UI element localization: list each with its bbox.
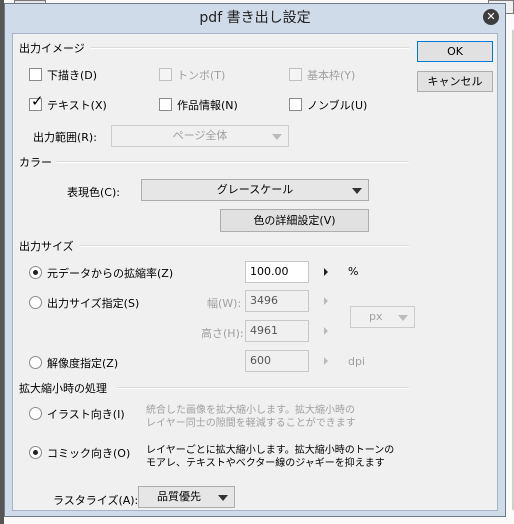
illustration-description-line2: レイヤー同士の隙間を軽減することができます bbox=[146, 418, 356, 429]
dialog-client-area: 出力イメージ OK キャンセル 下描き(D) トンボ(T) 基本枠(Y) ✓ テ… bbox=[12, 33, 498, 511]
resolution-input[interactable]: 600 bbox=[245, 350, 309, 372]
output-size-radio-label: 出力サイズ指定(S) bbox=[47, 297, 140, 310]
height-label: 高さ(H): bbox=[201, 327, 244, 340]
trim-marks-checkbox-label: トンボ(T) bbox=[177, 69, 226, 82]
color-detail-settings-button[interactable]: 色の詳細設定(V) bbox=[220, 209, 369, 232]
scale-ratio-input[interactable]: 100.00 bbox=[245, 261, 309, 283]
cancel-button[interactable]: キャンセル bbox=[417, 71, 493, 92]
output-size-radio[interactable] bbox=[29, 296, 42, 309]
rasterize-value: 品質優先 bbox=[157, 490, 201, 503]
radio-selected-dot bbox=[33, 270, 38, 275]
pdf-export-dialog: pdf 書き出し設定 ✕ 出力イメージ OK キャンセル 下描き(D) トンボ(… bbox=[4, 3, 506, 517]
output-size-group-title: 出力サイズ bbox=[19, 240, 74, 253]
resolution-radio-label: 解像度指定(Z) bbox=[47, 357, 119, 370]
spin-arrow-icon[interactable] bbox=[324, 268, 328, 276]
ok-button[interactable]: OK bbox=[417, 41, 493, 62]
scaling-separator bbox=[117, 387, 409, 389]
comic-description-line2: モアレ、テキストやベクター線のジャギーを抑えます bbox=[146, 458, 385, 469]
chevron-down-icon bbox=[398, 315, 408, 321]
spin-arrow-icon[interactable] bbox=[324, 327, 328, 335]
size-unit-value: px bbox=[369, 310, 383, 323]
output-range-select[interactable]: ページ全体 bbox=[111, 125, 289, 147]
comic-radio-label: コミック向き(O) bbox=[47, 447, 131, 460]
illustration-radio[interactable] bbox=[29, 407, 42, 420]
illustration-radio-label: イラスト向き(I) bbox=[47, 408, 125, 421]
trim-marks-checkbox[interactable] bbox=[159, 68, 172, 81]
comic-radio[interactable] bbox=[29, 446, 42, 459]
output-size-separator bbox=[79, 245, 409, 247]
height-input[interactable]: 4961 bbox=[245, 320, 309, 342]
dialog-title: pdf 書き出し設定 bbox=[199, 10, 311, 26]
text-checkbox[interactable]: ✓ bbox=[29, 94, 44, 111]
size-unit-select[interactable]: px bbox=[350, 306, 415, 328]
output-range-label: 出力範囲(R): bbox=[33, 131, 97, 144]
scale-unit-label: % bbox=[348, 265, 359, 278]
draft-checkbox-label: 下描き(D) bbox=[47, 69, 98, 82]
resolution-radio[interactable] bbox=[29, 356, 42, 369]
chevron-down-icon bbox=[218, 495, 228, 501]
work-info-checkbox[interactable] bbox=[159, 98, 172, 111]
resolution-unit-label: dpi bbox=[348, 355, 366, 368]
close-icon[interactable]: ✕ bbox=[483, 9, 499, 25]
color-group-title: カラー bbox=[19, 156, 52, 169]
checkmark-icon: ✓ bbox=[31, 92, 44, 110]
expression-color-label: 表現色(C): bbox=[67, 186, 120, 199]
output-image-group-title: 出力イメージ bbox=[19, 42, 85, 55]
width-input[interactable]: 3496 bbox=[245, 290, 309, 312]
scale-ratio-radio[interactable] bbox=[29, 266, 42, 279]
illustration-description-line1: 統合した画像を拡大縮小します。拡大縮小時の bbox=[146, 405, 355, 416]
work-info-checkbox-label: 作品情報(N) bbox=[177, 99, 238, 112]
expression-color-value: グレースケール bbox=[216, 183, 294, 196]
width-label: 幅(W): bbox=[207, 297, 242, 310]
expression-color-select[interactable]: グレースケール bbox=[141, 179, 369, 201]
output-image-separator bbox=[91, 47, 409, 49]
base-frame-checkbox[interactable] bbox=[289, 68, 302, 81]
chevron-down-icon bbox=[272, 134, 282, 140]
radio-selected-dot bbox=[33, 450, 38, 455]
rasterize-label: ラスタライズ(A): bbox=[53, 494, 139, 507]
base-frame-checkbox-label: 基本枠(Y) bbox=[307, 69, 356, 82]
text-checkbox-label: テキスト(X) bbox=[47, 99, 107, 112]
spin-arrow-icon[interactable] bbox=[324, 357, 328, 365]
page-number-checkbox-label: ノンブル(U) bbox=[307, 99, 368, 112]
comic-description-line1: レイヤーごとに拡大縮小します。拡大縮小時のトーンの bbox=[146, 445, 395, 456]
page-number-checkbox[interactable] bbox=[289, 98, 302, 111]
color-separator bbox=[57, 161, 409, 163]
scaling-group-title: 拡大縮小時の処理 bbox=[19, 382, 107, 395]
scale-ratio-radio-label: 元データからの拡縮率(Z) bbox=[47, 267, 174, 280]
rasterize-select[interactable]: 品質優先 bbox=[138, 486, 235, 508]
spin-arrow-icon[interactable] bbox=[324, 297, 328, 305]
draft-checkbox[interactable] bbox=[29, 68, 42, 81]
chevron-down-icon bbox=[352, 188, 362, 194]
output-range-value: ページ全体 bbox=[172, 129, 228, 142]
